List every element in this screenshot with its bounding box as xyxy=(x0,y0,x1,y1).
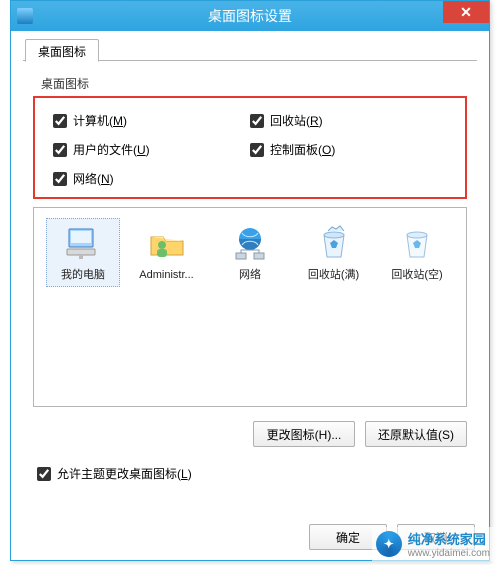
checkbox-allow-theme[interactable]: 允许主题更改桌面图标(L) xyxy=(37,465,477,482)
group-label: 桌面图标 xyxy=(41,75,477,92)
change-icon-button[interactable]: 更改图标(H)... xyxy=(253,421,355,447)
checkbox-network-input[interactable] xyxy=(53,172,67,186)
icon-item-my-computer[interactable]: 我的电脑 xyxy=(46,218,120,287)
checkbox-network-label: 网络(N) xyxy=(73,170,114,187)
checkbox-userdocs-input[interactable] xyxy=(53,143,67,157)
settings-window: 桌面图标设置 ✕ 桌面图标 桌面图标 计算机(M) 回收站(R) xyxy=(10,0,490,561)
watermark: ✦ 纯净系统家园 www.yidaimei.com xyxy=(372,527,494,561)
icon-item-administrator[interactable]: Administr... xyxy=(130,218,204,287)
checkbox-control[interactable]: 控制面板(O) xyxy=(250,141,447,158)
checkbox-control-input[interactable] xyxy=(250,143,264,157)
icon-item-recycle-full[interactable]: 回收站(满) xyxy=(297,218,371,287)
window-title: 桌面图标设置 xyxy=(11,6,489,26)
icon-label: 回收站(空) xyxy=(383,269,451,282)
titlebar: 桌面图标设置 ✕ xyxy=(11,1,489,31)
checkbox-userdocs-label: 用户的文件(U) xyxy=(73,141,150,158)
checkbox-network[interactable]: 网络(N) xyxy=(53,170,250,187)
icon-item-network[interactable]: 网络 xyxy=(213,218,287,287)
tab-desktop-icons[interactable]: 桌面图标 xyxy=(25,39,99,62)
checkbox-recycle-label: 回收站(R) xyxy=(270,112,323,129)
watermark-url: www.yidaimei.com xyxy=(408,548,490,559)
app-icon xyxy=(17,8,33,24)
tab-label: 桌面图标 xyxy=(38,45,86,59)
icon-list-panel: 我的电脑 Administr... 网络 xyxy=(33,207,467,407)
checkbox-allow-theme-input[interactable] xyxy=(37,467,51,481)
user-folder-icon xyxy=(147,223,187,263)
icon-label: 网络 xyxy=(216,269,284,282)
checkbox-computer-label: 计算机(M) xyxy=(73,112,127,129)
computer-icon xyxy=(63,223,103,263)
dialog-body: 桌面图标 桌面图标 计算机(M) 回收站(R) 用户的文件(U) xyxy=(11,31,489,494)
recycle-empty-icon xyxy=(397,223,437,263)
recycle-full-icon xyxy=(314,223,354,263)
checkbox-computer-input[interactable] xyxy=(53,114,67,128)
close-button[interactable]: ✕ xyxy=(443,1,489,23)
network-icon xyxy=(230,223,270,263)
watermark-icon: ✦ xyxy=(376,531,402,557)
checkbox-allow-theme-label: 允许主题更改桌面图标(L) xyxy=(57,465,192,482)
icon-item-recycle-empty[interactable]: 回收站(空) xyxy=(380,218,454,287)
checkbox-recycle-input[interactable] xyxy=(250,114,264,128)
checkbox-group-highlight: 计算机(M) 回收站(R) 用户的文件(U) 控制面板(O) 网络(N) xyxy=(33,96,467,199)
checkbox-recycle[interactable]: 回收站(R) xyxy=(250,112,447,129)
icon-label: 我的电脑 xyxy=(49,269,117,282)
checkbox-userdocs[interactable]: 用户的文件(U) xyxy=(53,141,250,158)
icon-label: Administr... xyxy=(133,269,201,282)
checkbox-control-label: 控制面板(O) xyxy=(270,141,335,158)
checkbox-computer[interactable]: 计算机(M) xyxy=(53,112,250,129)
icon-label: 回收站(满) xyxy=(300,269,368,282)
tab-strip: 桌面图标 xyxy=(23,37,477,61)
watermark-title: 纯净系统家园 xyxy=(408,532,486,547)
restore-default-button[interactable]: 还原默认值(S) xyxy=(365,421,467,447)
close-icon: ✕ xyxy=(460,4,472,21)
